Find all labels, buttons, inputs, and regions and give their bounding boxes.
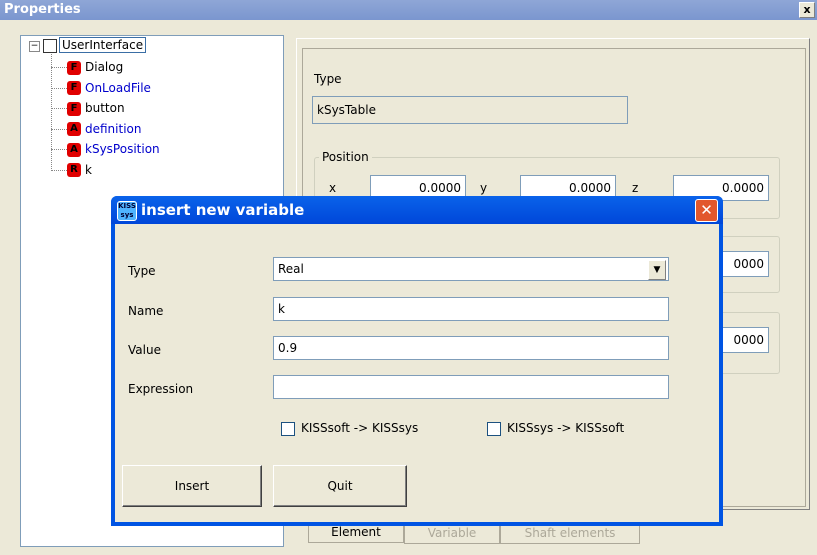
z-label: z — [632, 181, 639, 195]
properties-titlebar: Properties x — [0, 0, 817, 20]
tree-item[interactable]: Adefinition — [67, 120, 141, 138]
tree-item-label: OnLoadFile — [85, 80, 151, 95]
type-select-value: Real — [278, 262, 304, 276]
y-label: y — [480, 181, 488, 195]
expression-input[interactable] — [273, 375, 669, 399]
dialog-close-button[interactable]: ✕ — [695, 199, 718, 222]
tree-item[interactable]: Fbutton — [67, 99, 125, 117]
checkbox-icon[interactable] — [487, 421, 501, 436]
expression-label: Expression — [128, 382, 194, 396]
insert-button[interactable]: Insert — [122, 465, 262, 507]
x-label: x — [329, 181, 337, 195]
chevron-down-icon[interactable]: ▼ — [648, 260, 666, 280]
chk1-label: KISSsoft -> KISSsys — [301, 421, 419, 435]
tree-root-label: UserInterface — [59, 37, 147, 53]
kisssoft-to-kisssys-checkbox[interactable]: KISSsoft -> KISSsys — [281, 421, 418, 436]
tree-connector — [51, 149, 67, 150]
badge-a-icon: A — [67, 122, 81, 136]
type-label: Type — [314, 72, 342, 86]
tree-item[interactable]: F Dialog — [67, 58, 123, 76]
properties-title: Properties — [4, 2, 81, 17]
tree-root[interactable]: UserInterface — [43, 36, 147, 54]
tree-item[interactable]: F OnLoadFile — [67, 79, 151, 97]
kisssys-icon: KISS sys — [117, 201, 137, 221]
position-group-title: Position — [319, 150, 372, 164]
tree-item-label: kSysPosition — [85, 142, 160, 156]
tree-connector — [51, 87, 67, 89]
tree-connector — [51, 128, 67, 130]
collapse-icon[interactable]: − — [29, 41, 40, 52]
dialog-titlebar: KISS sys insert new variable ✕ — [111, 196, 723, 224]
badge-f-icon: F — [67, 60, 81, 75]
value-input[interactable]: 0.9 — [273, 336, 669, 360]
name-label: Name — [128, 304, 164, 318]
properties-close-button[interactable]: x — [799, 2, 815, 18]
tree-item-label: button — [85, 101, 125, 115]
tree-item-label: definition — [85, 121, 142, 136]
checkbox-icon[interactable] — [281, 421, 295, 436]
type-select[interactable]: Real ▼ — [273, 257, 669, 281]
type-value-field: kSysTable — [312, 96, 628, 124]
dialog-title: insert new variable — [141, 201, 305, 219]
tree-item-label: k — [85, 162, 92, 177]
tree-connector — [51, 108, 67, 109]
badge-r-icon: R — [67, 163, 81, 177]
tree-item[interactable]: Rk — [67, 161, 92, 179]
tree-connector — [51, 67, 67, 68]
dialog-type-label: Type — [128, 264, 156, 278]
tree-connector — [51, 54, 52, 171]
tree-item-label: Dialog — [85, 60, 124, 74]
badge-f-icon: F — [67, 81, 81, 95]
tree-item[interactable]: AkSysPosition — [67, 140, 160, 158]
table-icon — [43, 38, 57, 53]
tree-connector — [51, 169, 67, 171]
insert-variable-dialog: KISS sys insert new variable ✕ Type Real… — [111, 196, 723, 526]
name-input[interactable]: k — [273, 297, 669, 321]
dialog-body: Type Real ▼ Name k Value 0.9 Expression … — [115, 224, 719, 522]
chk2-label: KISSsys -> KISSsoft — [507, 421, 625, 435]
badge-f-icon: F — [67, 101, 81, 116]
kisssys-to-kisssoft-checkbox[interactable]: KISSsys -> KISSsoft — [487, 421, 624, 436]
quit-button[interactable]: Quit — [273, 465, 407, 507]
value-label: Value — [128, 343, 161, 357]
badge-a-icon: A — [67, 142, 81, 157]
